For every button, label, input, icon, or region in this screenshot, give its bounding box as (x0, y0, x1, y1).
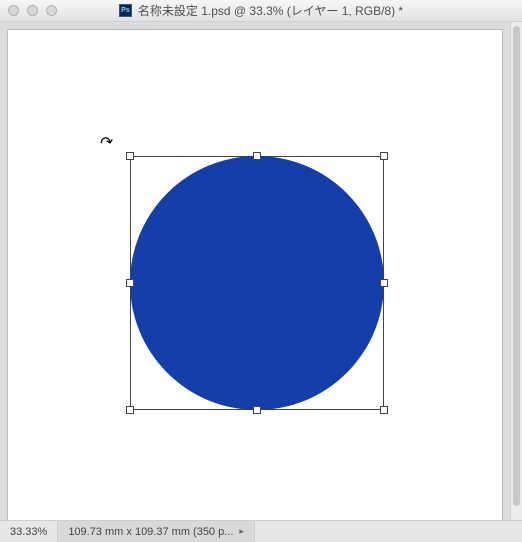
minimize-icon[interactable] (27, 5, 38, 16)
zoom-icon[interactable] (46, 5, 57, 16)
document-window: Ps 名称未設定 1.psd @ 33.3% (レイヤー 1, RGB/8) *… (0, 0, 522, 542)
document-dimensions: 109.73 mm x 109.37 mm (350 p... (68, 526, 233, 538)
document-info[interactable]: 109.73 mm x 109.37 mm (350 p... ▸ (58, 521, 255, 542)
transform-handle-tr[interactable] (380, 152, 388, 160)
document-title: 名称未設定 1.psd @ 33.3% (レイヤー 1, RGB/8) * (138, 2, 403, 19)
close-icon[interactable] (8, 5, 19, 16)
vertical-scrollbar-thumb[interactable] (513, 26, 520, 506)
transform-handle-bl[interactable] (126, 406, 134, 414)
workspace: ↷ (0, 22, 510, 520)
window-controls (8, 5, 57, 16)
vertical-scrollbar[interactable] (510, 22, 522, 520)
transform-handle-tl[interactable] (126, 152, 134, 160)
title-wrap: Ps 名称未設定 1.psd @ 33.3% (レイヤー 1, RGB/8) * (0, 2, 522, 19)
transform-handle-mr[interactable] (380, 279, 388, 287)
chevron-right-icon: ▸ (239, 526, 244, 537)
canvas[interactable]: ↷ (8, 30, 502, 520)
status-bar: 33.33% 109.73 mm x 109.37 mm (350 p... ▸ (0, 520, 522, 542)
rotate-cursor-icon: ↷ (98, 130, 120, 152)
transform-handle-bc[interactable] (253, 406, 261, 414)
photoshop-badge-icon: Ps (119, 4, 132, 17)
free-transform-box[interactable] (130, 156, 384, 410)
ellipse-shape[interactable] (130, 156, 384, 410)
title-bar[interactable]: Ps 名称未設定 1.psd @ 33.3% (レイヤー 1, RGB/8) * (0, 0, 522, 22)
transform-handle-br[interactable] (380, 406, 388, 414)
transform-handle-tc[interactable] (253, 152, 261, 160)
transform-handle-ml[interactable] (126, 279, 134, 287)
zoom-level[interactable]: 33.33% (0, 521, 58, 542)
